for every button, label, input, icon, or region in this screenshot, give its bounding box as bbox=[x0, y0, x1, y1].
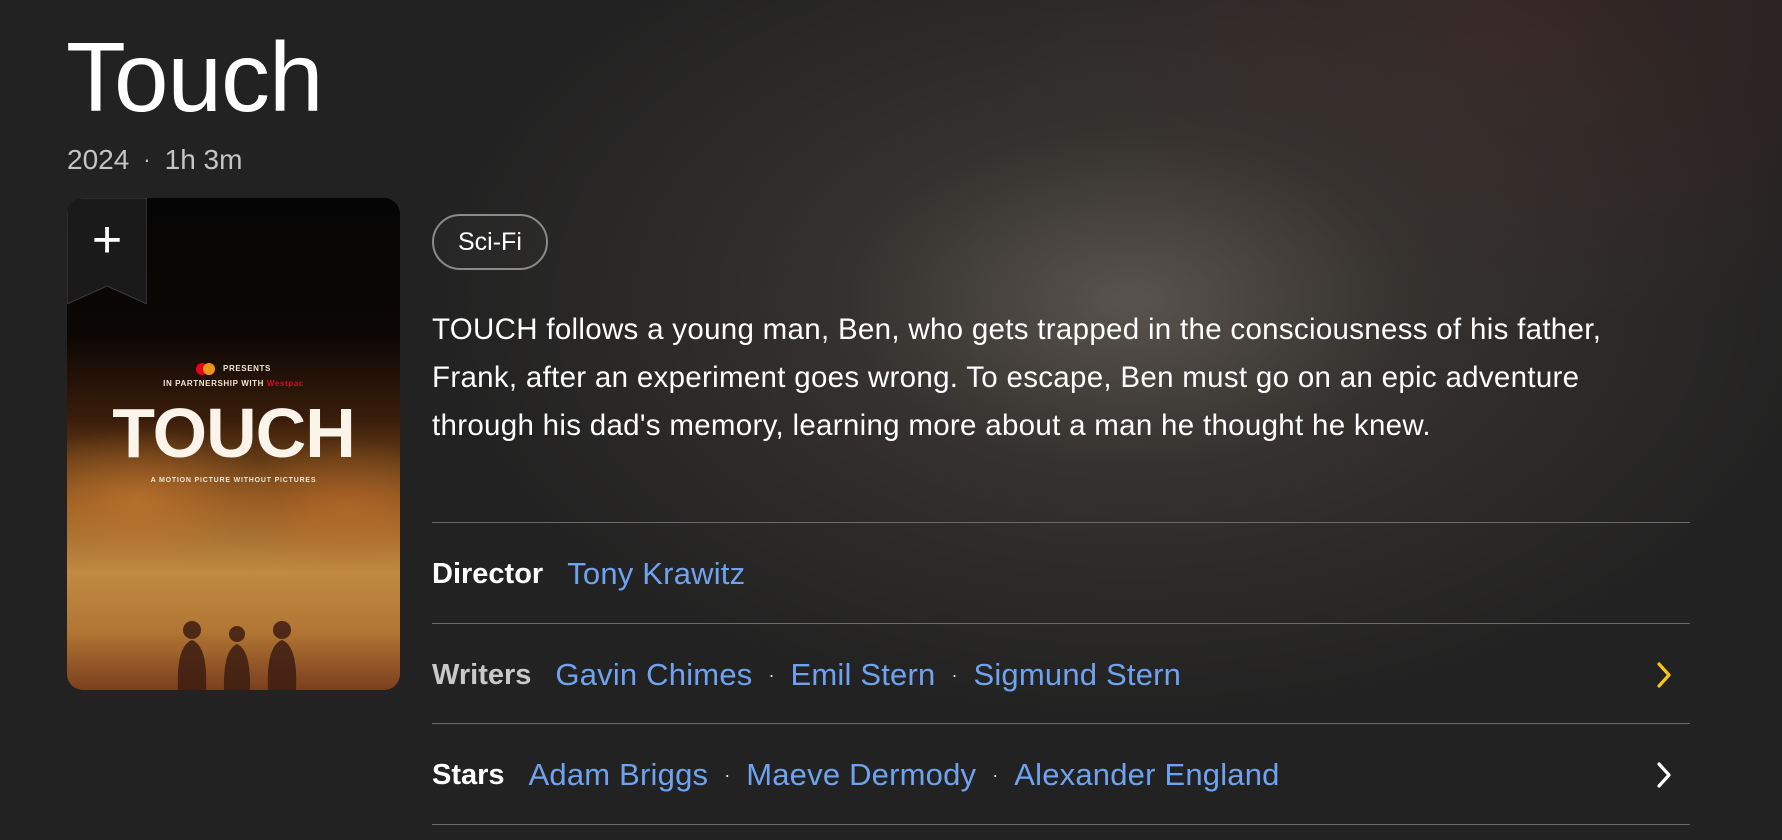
poster-image[interactable]: + PRESENTS IN PARTNERSHIP WITH Westpac T… bbox=[67, 198, 400, 690]
credit-row-stars[interactable]: Stars Adam Briggs · Maeve Dermody · Alex… bbox=[432, 725, 1690, 825]
director-name[interactable]: Tony Krawitz bbox=[567, 556, 745, 592]
stars-label[interactable]: Stars bbox=[432, 759, 505, 792]
director-label: Director bbox=[432, 557, 544, 590]
star-name[interactable]: Adam Briggs bbox=[529, 757, 709, 793]
star-name[interactable]: Maeve Dermody bbox=[746, 757, 976, 793]
poster-tagline: A MOTION PICTURE WITHOUT PICTURES bbox=[150, 477, 317, 484]
divider bbox=[432, 522, 1690, 523]
name-separator: · bbox=[951, 664, 958, 685]
name-separator: · bbox=[992, 764, 999, 785]
watchlist-ribbon[interactable]: + bbox=[67, 198, 147, 304]
plus-icon[interactable]: + bbox=[85, 214, 129, 266]
divider bbox=[432, 623, 1690, 624]
credit-row-writers[interactable]: Writers Gavin Chimes · Emil Stern · Sigm… bbox=[432, 625, 1690, 725]
chevron-right-icon[interactable] bbox=[1656, 761, 1672, 789]
name-separator: · bbox=[768, 664, 775, 685]
poster-partnership: IN PARTNERSHIP WITH Westpac bbox=[163, 379, 304, 388]
star-name[interactable]: Alexander England bbox=[1014, 757, 1279, 793]
writer-name[interactable]: Sigmund Stern bbox=[973, 657, 1181, 693]
silhouettes-graphic bbox=[177, 621, 297, 690]
poster-title: TOUCH bbox=[112, 394, 356, 472]
plot-summary: TOUCH follows a young man, Ben, who gets… bbox=[432, 313, 1602, 442]
genre-chip[interactable]: Sci-Fi bbox=[432, 214, 548, 270]
meta-separator: · bbox=[143, 147, 151, 172]
runtime: 1h 3m bbox=[164, 144, 243, 175]
page-title: Touch bbox=[66, 22, 324, 132]
title-meta: 2024 · 1h 3m bbox=[67, 144, 242, 176]
writers-label[interactable]: Writers bbox=[432, 659, 531, 692]
writer-name[interactable]: Emil Stern bbox=[790, 657, 935, 693]
writer-name[interactable]: Gavin Chimes bbox=[555, 657, 752, 693]
credit-row-director: Director Tony Krawitz bbox=[432, 524, 1690, 624]
poster-presents: PRESENTS bbox=[67, 363, 400, 375]
mastercard-logo-orange bbox=[203, 363, 216, 375]
name-separator: · bbox=[724, 764, 731, 785]
release-year[interactable]: 2024 bbox=[67, 144, 129, 176]
divider bbox=[432, 723, 1690, 724]
divider bbox=[432, 824, 1690, 825]
westpac-logo: Westpac bbox=[266, 379, 304, 388]
chevron-right-icon[interactable] bbox=[1656, 661, 1672, 689]
